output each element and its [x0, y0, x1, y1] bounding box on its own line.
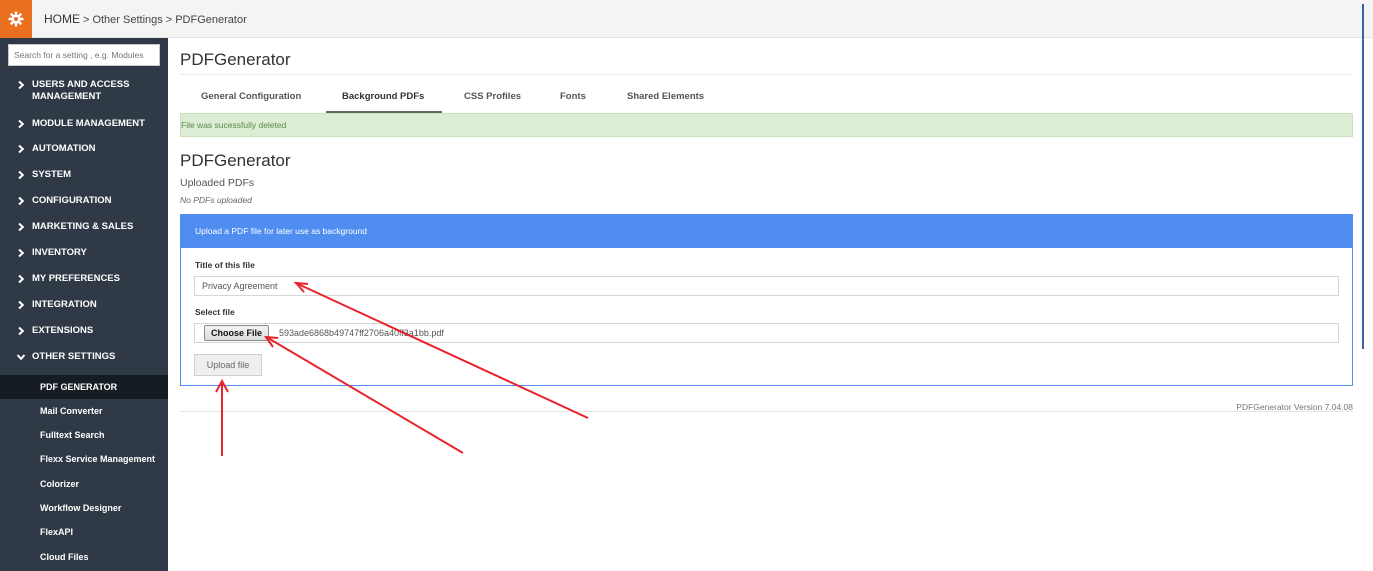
arrow-to-upload-button	[215, 378, 229, 456]
sidebar-item-label: MODULE MANAGEMENT	[32, 118, 145, 129]
tab-background-pdfs[interactable]: Background PDFs	[342, 91, 424, 102]
settings-search-box	[8, 44, 160, 66]
sidebar-item-label: USERS AND ACCESS MANAGEMENT	[32, 79, 130, 102]
section-title: PDFGenerator	[180, 151, 291, 170]
breadcrumb-pdfgenerator: PDFGenerator	[175, 14, 247, 26]
chevron-right-icon	[18, 170, 25, 180]
tab-bar: General Configuration Background PDFs CS…	[180, 82, 1353, 114]
chevron-right-icon	[18, 119, 25, 129]
select-file-label: Select file	[195, 307, 235, 317]
upload-panel: Upload a PDF file for later use as backg…	[180, 214, 1353, 386]
tab-shared-elements[interactable]: Shared Elements	[627, 91, 704, 102]
chevron-down-icon	[16, 354, 26, 361]
chevron-right-icon	[18, 326, 25, 336]
sidebar-subitem-flexapi[interactable]: FlexAPI	[0, 520, 168, 544]
upload-panel-heading: Upload a PDF file for later use as backg…	[181, 215, 1352, 248]
breadcrumb-separator: >	[83, 14, 90, 26]
sidebar-subitem-workflow-designer[interactable]: Workflow Designer	[0, 496, 168, 520]
chevron-right-icon	[18, 196, 25, 206]
sidebar-item-label: AUTOMATION	[32, 143, 96, 154]
sidebar-subitem-flexx-service[interactable]: Flexx Service Management	[0, 447, 168, 471]
upload-file-button[interactable]: Upload file	[194, 354, 262, 376]
sidebar-subitem-fulltext-search[interactable]: Fulltext Search	[0, 423, 168, 447]
settings-gear-button[interactable]	[0, 0, 32, 38]
window-edge-line	[1362, 4, 1364, 349]
breadcrumb-home[interactable]: HOME	[44, 12, 80, 26]
footer-divider	[180, 411, 1353, 412]
chevron-right-icon	[18, 222, 25, 232]
chevron-right-icon	[18, 274, 25, 284]
sidebar-subitem-cloud-files[interactable]: Cloud Files	[0, 545, 168, 569]
breadcrumb-other-settings[interactable]: Other Settings	[92, 14, 162, 26]
uploaded-pdfs-label: Uploaded PDFs	[180, 177, 255, 189]
chevron-right-icon	[18, 248, 25, 258]
success-alert: File was sucessfully deleted	[180, 113, 1353, 137]
file-input: Choose File 593ade6868b49747ff2706a40ff3…	[194, 323, 1339, 343]
sidebar: USERS AND ACCESS MANAGEMENT MODULE MANAG…	[0, 38, 168, 571]
sidebar-item-label: INVENTORY	[32, 247, 87, 258]
settings-search-input[interactable]	[9, 45, 159, 65]
sidebar-item-label: MARKETING & SALES	[32, 221, 134, 232]
file-title-input[interactable]: Privacy Agreement	[194, 276, 1339, 296]
tab-css-profiles[interactable]: CSS Profiles	[464, 91, 521, 102]
sidebar-item-label: EXTENSIONS	[32, 325, 94, 336]
top-bar: HOME > Other Settings > PDFGenerator	[0, 0, 1373, 38]
sidebar-subitem-mail-converter[interactable]: Mail Converter	[0, 399, 168, 423]
breadcrumb: HOME > Other Settings > PDFGenerator	[44, 12, 247, 26]
choose-file-button[interactable]: Choose File	[204, 325, 270, 341]
chevron-right-icon	[18, 144, 25, 154]
sidebar-item-label: CONFIGURATION	[32, 195, 112, 206]
sidebar-item-users-access[interactable]: USERS AND ACCESS MANAGEMENT	[0, 79, 168, 105]
selected-file-name: 593ade6868b49747ff2706a40ff3a1bb.pdf	[279, 328, 444, 338]
sidebar-item-label: OTHER SETTINGS	[32, 351, 116, 362]
no-pdfs-message: No PDFs uploaded	[180, 195, 252, 205]
sidebar-subitem-pdf-generator[interactable]: PDF GENERATOR	[0, 375, 168, 399]
alert-message: File was sucessfully deleted	[181, 120, 287, 130]
tab-fonts[interactable]: Fonts	[560, 91, 586, 102]
page-title: PDFGenerator	[180, 50, 291, 69]
breadcrumb-separator: >	[165, 14, 173, 26]
sidebar-subitem-colorizer[interactable]: Colorizer	[0, 472, 168, 496]
sidebar-item-label: SYSTEM	[32, 169, 72, 180]
title-field-label: Title of this file	[195, 260, 255, 270]
chevron-right-icon	[18, 300, 25, 310]
title-divider	[180, 74, 1353, 75]
chevron-right-icon	[18, 80, 25, 90]
sidebar-item-label: INTEGRATION	[32, 299, 97, 310]
sidebar-item-label: MY PREFERENCES	[32, 273, 120, 284]
tab-general-configuration[interactable]: General Configuration	[201, 91, 301, 102]
gear-icon	[8, 11, 24, 27]
